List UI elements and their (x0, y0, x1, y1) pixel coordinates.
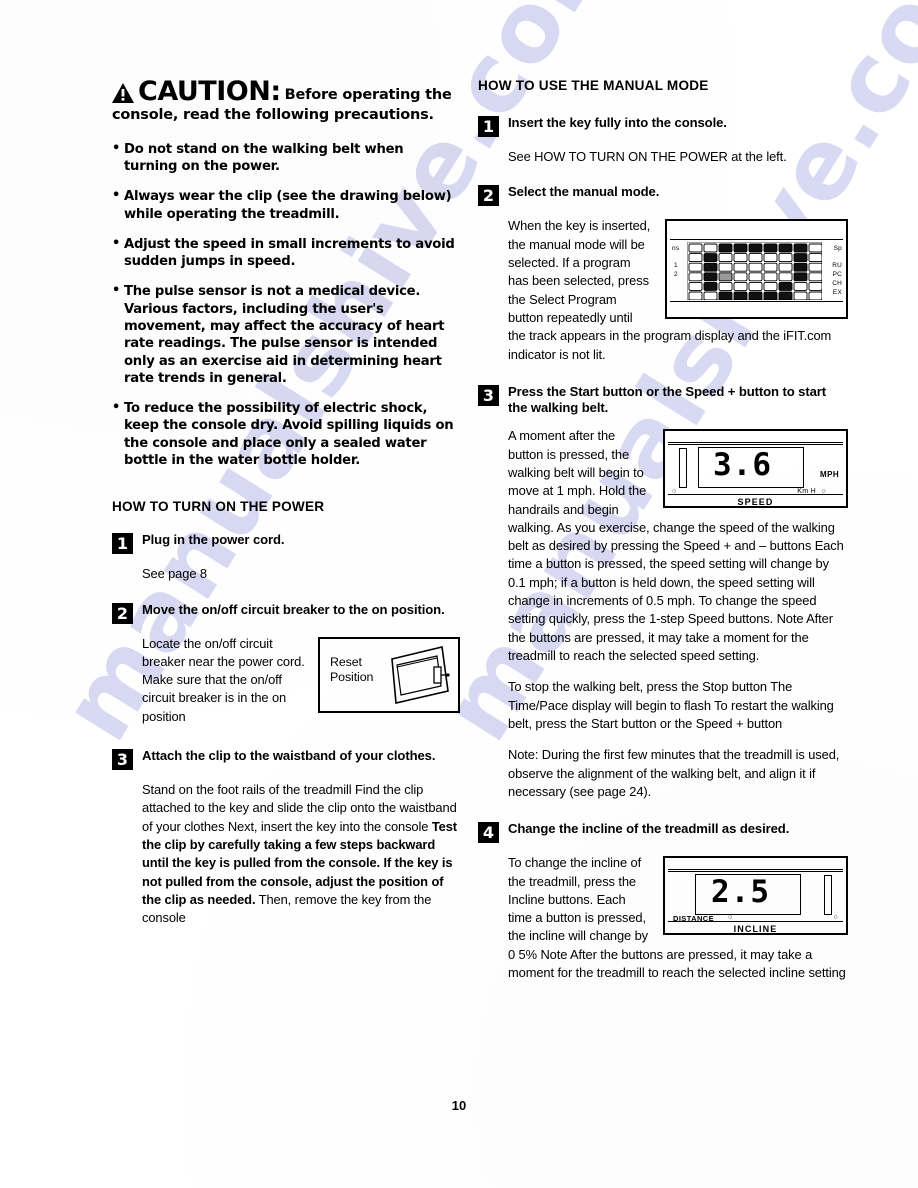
step-manual-4: 4 Change the incline of the treadmill as… (478, 821, 848, 982)
reset-position-figure: Reset Position (318, 636, 460, 713)
step-body: 2.5 DISTANCE ○ ○ INCLINE To change the i… (508, 854, 848, 982)
step-paragraph: To stop the walking belt, press the Stop… (508, 679, 834, 731)
program-left-label-ns: ns (672, 245, 680, 253)
caution-notice: CAUTION: Before operating the console, r… (112, 78, 460, 125)
step-body: See HOW TO TURN ON THE POWER at the left… (508, 148, 848, 166)
speed-unit-mph: MPH (820, 470, 839, 480)
step-title: Change the incline of the treadmill as d… (508, 821, 790, 837)
reset-label-line1: Reset (330, 654, 362, 669)
step-body: ns 1 2 Sp RU PC CH EX When the key is in… (508, 217, 848, 364)
step-number: 2 (478, 185, 499, 207)
section-title-manual-mode: HOW TO USE THE MANUAL MODE (478, 78, 709, 93)
list-item: The pulse sensor is not a medical device… (112, 282, 460, 387)
right-column: HOW TO USE THE MANUAL MODE 1 Insert the … (478, 78, 848, 996)
step-number: 3 (478, 384, 499, 406)
step-text-plain-a: Stand on the foot rails of the treadmill… (142, 782, 457, 834)
speed-value: 3.6 (713, 447, 772, 484)
step-body: Stand on the foot rails of the treadmill… (142, 781, 460, 928)
incline-display-figure: 2.5 DISTANCE ○ ○ INCLINE (663, 856, 848, 936)
step-manual-1: 1 Insert the key fully into the console.… (478, 115, 848, 166)
step-title: Press the Start button or the Speed + bu… (508, 383, 827, 416)
list-item: To reduce the possibility of electric sh… (112, 399, 460, 469)
step-body: See page 8 (142, 565, 460, 583)
step-number: 4 (478, 822, 499, 844)
speed-bottom-label: SPEED (737, 497, 774, 508)
step-title: Attach the clip to the waistband of your… (142, 748, 436, 764)
page-number: 10 (451, 1098, 467, 1113)
step-paragraph: Stand on the foot rails of the treadmill… (142, 781, 460, 928)
caution-bullet-list: Do not stand on the walking belt when tu… (112, 140, 460, 470)
step-paragraph: Note: During the first few minutes that … (508, 747, 840, 799)
step-number: 2 (112, 602, 133, 624)
section-title-power: HOW TO TURN ON THE POWER (112, 499, 325, 515)
step-number: 1 (112, 533, 133, 555)
step-title: Insert the key fully into the console. (508, 115, 727, 130)
step-title: Select the manual mode. (508, 184, 660, 200)
step-paragraph: See page 8 (142, 566, 207, 582)
step-title: Move the on/off circuit breaker to the o… (142, 601, 445, 617)
program-track-matrix (687, 242, 822, 301)
reset-label-line2: Position (330, 670, 374, 685)
step-number: 1 (478, 116, 499, 137)
manual-page: CAUTION: Before operating the console, r… (0, 0, 918, 1188)
list-item: Do not stand on the walking belt when tu… (112, 140, 460, 176)
caution-tail: Before operating the (284, 87, 452, 104)
circuit-breaker-drawing (391, 645, 450, 704)
incline-bottom-label: INCLINE (733, 924, 778, 935)
step-paragraph: See HOW TO TURN ON THE POWER at the left… (508, 149, 787, 164)
step-manual-2: 2 Select the manual mode. ns 1 2 Sp RU P… (478, 184, 848, 364)
program-display-figure: ns 1 2 Sp RU PC CH EX (665, 219, 848, 320)
step-body: Reset Position Locate the on/off circuit… (142, 635, 460, 727)
reset-position-label: Reset Position (330, 655, 373, 687)
speed-display-figure: 3.6 MPH ○ Km H ○ SPEED (663, 429, 848, 509)
incline-value: 2.5 (711, 874, 770, 911)
list-item: Adjust the speed in small increments to … (112, 235, 460, 271)
step-body: 3.6 MPH ○ Km H ○ SPEED A moment after th… (508, 427, 848, 801)
program-right-label-sp: Sp (833, 245, 842, 253)
step-manual-3: 3 Press the Start button or the Speed + … (478, 384, 848, 801)
program-right-label-ex: EX (832, 289, 842, 297)
step-number: 3 (112, 749, 133, 771)
left-column: CAUTION: Before operating the console, r… (112, 78, 460, 942)
warning-triangle-icon (112, 83, 134, 103)
program-left-label-2: 2 (674, 271, 678, 279)
list-item: Always wear the clip (see the drawing be… (112, 187, 460, 223)
caution-word: CAUTION: (138, 76, 281, 107)
step-power-2: 2 Move the on/off circuit breaker to the… (112, 602, 460, 727)
step-power-1: 1 Plug in the power cord. See page 8 (112, 532, 460, 583)
step-title: Plug in the power cord. (142, 532, 285, 548)
caution-line2: console, read the following precautions. (112, 107, 434, 123)
step-power-3: 3 Attach the clip to the waistband of yo… (112, 748, 460, 928)
